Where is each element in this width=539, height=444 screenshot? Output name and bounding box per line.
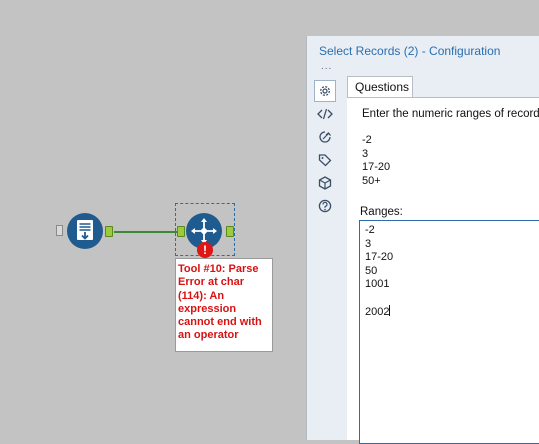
error-line: Tool #10: Parse (178, 263, 259, 275)
configuration-panel: Select Records (2) - Configuration ... Q… (306, 36, 539, 444)
workflow-canvas[interactable]: ! Tool #10: Parse Error at char (114): A… (0, 0, 305, 440)
help-icon[interactable] (314, 195, 336, 217)
question-text: Enter the numeric ranges of records (362, 108, 539, 120)
ranges-line: 1001 (365, 278, 390, 290)
error-icon: ! (197, 242, 213, 258)
tag-icon[interactable] (314, 149, 336, 171)
input-tool-output-anchor[interactable] (105, 226, 113, 237)
input-anchor[interactable] (56, 225, 63, 236)
panel-menu-dots[interactable]: ... (321, 62, 332, 72)
example-ranges: -2 3 17-20 50+ (362, 134, 390, 188)
example-line: 17-20 (362, 161, 391, 173)
ranges-line: 3 (365, 237, 372, 250)
code-icon[interactable] (314, 103, 336, 125)
gear-icon[interactable] (314, 80, 336, 102)
example-line: 50+ (362, 174, 381, 187)
ranges-line: 50 (365, 264, 378, 277)
text-caret (389, 305, 391, 316)
questions-content: Enter the numeric ranges of records -2 3… (347, 97, 539, 444)
ranges-label: Ranges: (360, 206, 403, 218)
connection-line[interactable] (114, 231, 177, 233)
error-line: expression (178, 302, 237, 315)
ranges-line: 17-20 (365, 251, 394, 263)
ranges-line (365, 292, 537, 306)
ranges-line-current: 2002 (365, 305, 537, 319)
tab-questions[interactable]: Questions (347, 76, 413, 98)
example-line: 3 (362, 147, 369, 160)
error-tooltip: Tool #10: Parse Error at char (114): An … (175, 258, 273, 352)
example-line: -2 (362, 134, 372, 146)
ranges-line: -2 (365, 224, 375, 236)
panel-title: Select Records (2) - Configuration (319, 44, 501, 58)
error-line: Error at char (178, 276, 245, 289)
error-line: cannot end with (178, 316, 262, 329)
input-data-icon (77, 220, 93, 240)
run-icon[interactable] (314, 126, 336, 148)
error-line: an operator (178, 329, 239, 342)
ranges-line-text: 2002 (365, 306, 390, 318)
cube-icon[interactable] (314, 172, 336, 194)
input-data-tool[interactable] (67, 213, 103, 249)
ranges-input[interactable]: -2 3 17-20 50 1001 2002 (359, 220, 539, 444)
error-line: (114): An (178, 289, 225, 302)
